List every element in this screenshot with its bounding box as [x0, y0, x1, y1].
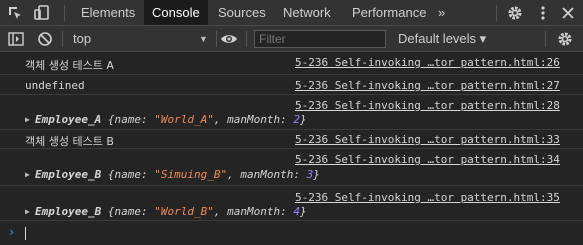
prop-key: name [114, 168, 141, 181]
filter-input[interactable] [254, 30, 386, 48]
context-label: top [73, 31, 92, 46]
source-link[interactable]: 5-236 Self-invoking …tor pattern.html:34 [295, 153, 560, 166]
console-message: 객체 생성 테스트 B 5-236 Self-invoking …tor pat… [0, 130, 583, 149]
live-expression-eye-icon[interactable] [220, 30, 238, 48]
console-prompt-input[interactable]: › [0, 221, 583, 245]
prop-key: name [114, 205, 141, 218]
console-message: undefined 5-236 Self-invoking …tor patte… [0, 75, 583, 95]
prop-key: manMonth [227, 113, 281, 126]
divider [64, 5, 65, 21]
log-text: 객체 생성 테스트 B [25, 135, 114, 148]
divider [62, 31, 63, 47]
tab-network[interactable]: Network [275, 0, 339, 25]
divider [545, 31, 546, 47]
prop-key: manMonth [240, 168, 294, 181]
prop-value: "World_A" [154, 113, 214, 126]
tab-sources[interactable]: Sources [210, 0, 274, 25]
prop-key: manMonth [227, 205, 281, 218]
divider [496, 5, 497, 21]
console-message: 객체 생성 테스트 A 5-236 Self-invoking …tor pat… [0, 52, 583, 75]
text-caret [25, 227, 26, 240]
more-tabs-button[interactable]: » [430, 0, 453, 25]
source-link[interactable]: 5-236 Self-invoking …tor pattern.html:33 [295, 133, 560, 146]
console-message: 5-236 Self-invoking …tor pattern.html:28… [0, 95, 583, 130]
source-link[interactable]: 5-236 Self-invoking …tor pattern.html:26 [295, 56, 560, 69]
tab-console[interactable]: Console [144, 0, 208, 25]
log-text: 객체 생성 테스트 A [25, 59, 114, 72]
console-toolbar: top ▼ Default levels ▾ [0, 26, 583, 52]
divider [216, 31, 217, 47]
prop-key: name [114, 113, 141, 126]
dropdown-arrow-icon: ▼ [199, 34, 208, 44]
object-preview[interactable]: Employee_B {name: "Simuing_B", manMonth:… [35, 168, 320, 181]
devtools-tabbar: Elements Console Sources Network Perform… [0, 0, 583, 26]
source-link[interactable]: 5-236 Self-invoking …tor pattern.html:35 [295, 191, 560, 204]
console-message: 5-236 Self-invoking …tor pattern.html:34… [0, 149, 583, 186]
context-selector[interactable]: top ▼ [66, 26, 213, 51]
prop-value: 4 [293, 205, 300, 218]
expand-triangle-icon[interactable]: ▶ [25, 115, 30, 124]
clear-console-icon[interactable] [36, 30, 54, 48]
source-link[interactable]: 5-236 Self-invoking …tor pattern.html:28 [295, 99, 560, 112]
source-link[interactable]: 5-236 Self-invoking …tor pattern.html:27 [295, 79, 560, 92]
show-sidebar-icon[interactable] [7, 30, 25, 48]
class-name: Employee_B [35, 205, 102, 218]
class-name: Employee_B [35, 168, 102, 181]
log-text: undefined [25, 79, 85, 92]
tab-elements[interactable]: Elements [73, 0, 143, 25]
object-preview[interactable]: Employee_A {name: "World_A", manMonth: 2… [35, 113, 307, 126]
expand-triangle-icon[interactable]: ▶ [25, 170, 30, 179]
tab-performance[interactable]: Performance [344, 0, 434, 25]
prop-value: "World_B" [154, 205, 214, 218]
more-options-icon[interactable] [534, 4, 552, 22]
prop-value: 2 [293, 113, 300, 126]
device-toolbar-icon[interactable] [33, 4, 51, 22]
prompt-chevron-icon: › [8, 225, 16, 239]
divider [246, 31, 247, 47]
prop-value: "Simuing_B" [154, 168, 228, 181]
inspect-element-icon[interactable] [6, 4, 24, 22]
settings-gear-icon[interactable] [506, 4, 524, 22]
close-devtools-icon[interactable] [559, 4, 577, 22]
log-levels-dropdown[interactable]: Default levels ▾ [398, 26, 486, 51]
expand-triangle-icon[interactable]: ▶ [25, 207, 30, 216]
object-preview[interactable]: Employee_B {name: "World_B", manMonth: 4… [35, 205, 307, 218]
class-name: Employee_A [35, 113, 102, 126]
console-message: 5-236 Self-invoking …tor pattern.html:35… [0, 186, 583, 221]
console-settings-gear-icon[interactable] [556, 30, 574, 48]
